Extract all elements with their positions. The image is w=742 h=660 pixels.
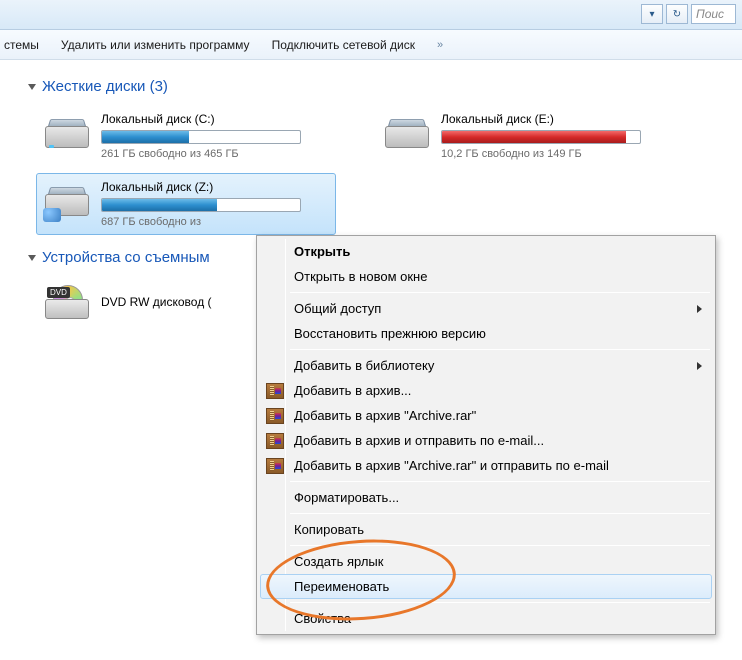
ctx-open-new-window[interactable]: Открыть в новом окне xyxy=(260,264,712,289)
section-title: Устройства со съемным xyxy=(42,249,210,266)
refresh-button[interactable]: ↻ xyxy=(666,4,688,24)
rar-icon xyxy=(266,458,284,474)
drive-e[interactable]: Локальный диск (E:) 10,2 ГБ свободно из … xyxy=(376,105,676,167)
ctx-rar-add-named[interactable]: Добавить в архив "Archive.rar" xyxy=(260,403,712,428)
ctx-add-library[interactable]: Добавить в библиотеку xyxy=(260,353,712,378)
hdd-icon xyxy=(43,180,91,220)
collapse-icon xyxy=(28,84,36,90)
drive-label: Локальный диск (E:) xyxy=(441,112,665,126)
section-title: Жесткие диски (3) xyxy=(42,78,168,95)
dvd-icon: DVD xyxy=(43,283,91,323)
hdd-icon xyxy=(383,112,431,152)
ctx-rar-add[interactable]: Добавить в архив... xyxy=(260,378,712,403)
ctx-open[interactable]: Открыть xyxy=(260,239,712,264)
drive-z[interactable]: Локальный диск (Z:) 687 ГБ свободно из xyxy=(36,173,336,235)
ctx-properties[interactable]: Свойства xyxy=(260,606,712,631)
context-menu: Открыть Открыть в новом окне Общий досту… xyxy=(256,235,716,635)
rar-icon xyxy=(266,408,284,424)
ctx-rar-named-email[interactable]: Добавить в архив "Archive.rar" и отправи… xyxy=(260,453,712,478)
ctx-restore-version[interactable]: Восстановить прежнюю версию xyxy=(260,321,712,346)
address-bar: ▾ ↻ Поис xyxy=(0,0,742,30)
toolbar-overflow-icon[interactable]: » xyxy=(437,39,443,51)
ctx-format[interactable]: Форматировать... xyxy=(260,485,712,510)
toolbar-item-uninstall[interactable]: Удалить или изменить программу xyxy=(61,38,250,52)
drive-c[interactable]: Локальный диск (C:) 261 ГБ свободно из 4… xyxy=(36,105,336,167)
drive-label: Локальный диск (Z:) xyxy=(101,180,325,194)
separator xyxy=(290,513,710,514)
rar-icon xyxy=(266,383,284,399)
drive-free-text: 10,2 ГБ свободно из 149 ГБ xyxy=(441,148,665,160)
section-header-hdd[interactable]: Жесткие диски (3) xyxy=(28,78,732,95)
toolbar-item-system[interactable]: стемы xyxy=(4,38,39,52)
history-dropdown-button[interactable]: ▾ xyxy=(641,4,663,24)
ctx-rar-email[interactable]: Добавить в архив и отправить по e-mail..… xyxy=(260,428,712,453)
collapse-icon xyxy=(28,255,36,261)
ctx-share[interactable]: Общий доступ xyxy=(260,296,712,321)
submenu-arrow-icon xyxy=(697,305,702,313)
toolbar: стемы Удалить или изменить программу Под… xyxy=(0,30,742,60)
search-input[interactable]: Поис xyxy=(691,4,736,24)
rar-icon xyxy=(266,433,284,449)
usage-bar xyxy=(441,130,641,144)
separator xyxy=(290,545,710,546)
submenu-arrow-icon xyxy=(697,362,702,370)
usage-bar xyxy=(101,198,301,212)
drive-free-text: 261 ГБ свободно из 465 ГБ xyxy=(101,148,325,160)
separator xyxy=(290,349,710,350)
ctx-rename[interactable]: Переименовать xyxy=(260,574,712,599)
toolbar-item-map-drive[interactable]: Подключить сетевой диск xyxy=(272,38,415,52)
drive-free-text: 687 ГБ свободно из xyxy=(101,216,325,228)
hdd-icon xyxy=(43,112,91,152)
ctx-copy[interactable]: Копировать xyxy=(260,517,712,542)
separator xyxy=(290,602,710,603)
ctx-create-shortcut[interactable]: Создать ярлык xyxy=(260,549,712,574)
usage-bar xyxy=(101,130,301,144)
separator xyxy=(290,292,710,293)
separator xyxy=(290,481,710,482)
drive-label: Локальный диск (C:) xyxy=(101,112,325,126)
drive-label: DVD RW дисковод ( xyxy=(101,283,212,323)
